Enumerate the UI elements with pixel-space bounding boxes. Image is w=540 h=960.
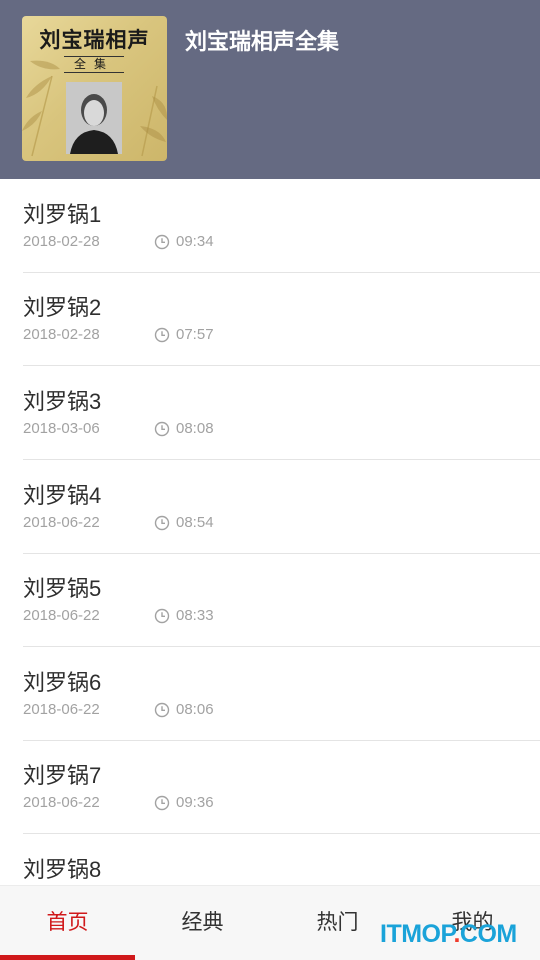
list-item[interactable]: 刘罗锅7 2018-06-22 09:36 [23,740,540,834]
list-item[interactable]: 刘罗锅6 2018-06-22 08:06 [23,647,540,741]
app-title: 刘宝瑞相声全集 [185,29,340,54]
episode-duration: 09:34 [176,233,214,250]
list-item[interactable]: 刘罗锅2 2018-02-28 07:57 [23,272,540,366]
clock-icon [154,515,170,531]
episode-title: 刘罗锅1 [23,202,102,227]
episode-title: 刘罗锅5 [23,576,102,601]
episode-duration: 09:36 [176,794,214,811]
clock-icon [154,608,170,624]
cover-title: 刘宝瑞相声 [39,27,150,52]
episode-title: 刘罗锅2 [23,295,102,320]
episode-duration: 08:33 [176,607,214,624]
site-watermark: ITMOP.COM [380,920,517,949]
header-banner: 刘宝瑞相声 全集 刘宝瑞相声全集 [0,0,540,179]
episode-date: 2018-02-28 [23,326,100,343]
episode-duration: 07:57 [176,326,214,343]
list-item[interactable]: 刘罗锅4 2018-06-22 08:54 [23,460,540,554]
episode-date: 2018-02-28 [23,233,100,250]
portrait-photo [66,82,122,154]
clock-icon [154,327,170,343]
list-item[interactable]: 刘罗锅1 2018-02-28 09:34 [23,179,540,273]
episode-date: 2018-06-22 [23,607,100,624]
clock-icon [154,234,170,250]
list-item[interactable]: 刘罗锅3 2018-03-06 08:08 [23,366,540,460]
tab-classic[interactable]: 经典 [135,886,270,960]
episode-date: 2018-06-22 [23,701,100,718]
album-cover-image[interactable]: 刘宝瑞相声 全集 [22,16,167,161]
watermark-tail: COM [459,920,517,948]
episode-title: 刘罗锅6 [23,670,102,695]
episode-date: 2018-06-22 [23,794,100,811]
cover-subtitle: 全集 [64,56,124,73]
episode-title: 刘罗锅8 [23,857,102,882]
episode-title: 刘罗锅3 [23,389,102,414]
episode-duration: 08:06 [176,701,214,718]
episode-date: 2018-06-22 [23,514,100,531]
episode-duration: 08:54 [176,514,214,531]
episode-date: 2018-03-06 [23,420,100,437]
episode-title: 刘罗锅4 [23,483,102,508]
episode-title: 刘罗锅7 [23,763,102,788]
clock-icon [154,795,170,811]
episode-duration: 08:08 [176,420,214,437]
clock-icon [154,702,170,718]
clock-icon [154,421,170,437]
active-tab-indicator [0,955,135,960]
list-item[interactable]: 刘罗锅5 2018-06-22 08:33 [23,553,540,647]
tab-home[interactable]: 首页 [0,886,135,960]
watermark-main: ITMOP [380,920,454,948]
